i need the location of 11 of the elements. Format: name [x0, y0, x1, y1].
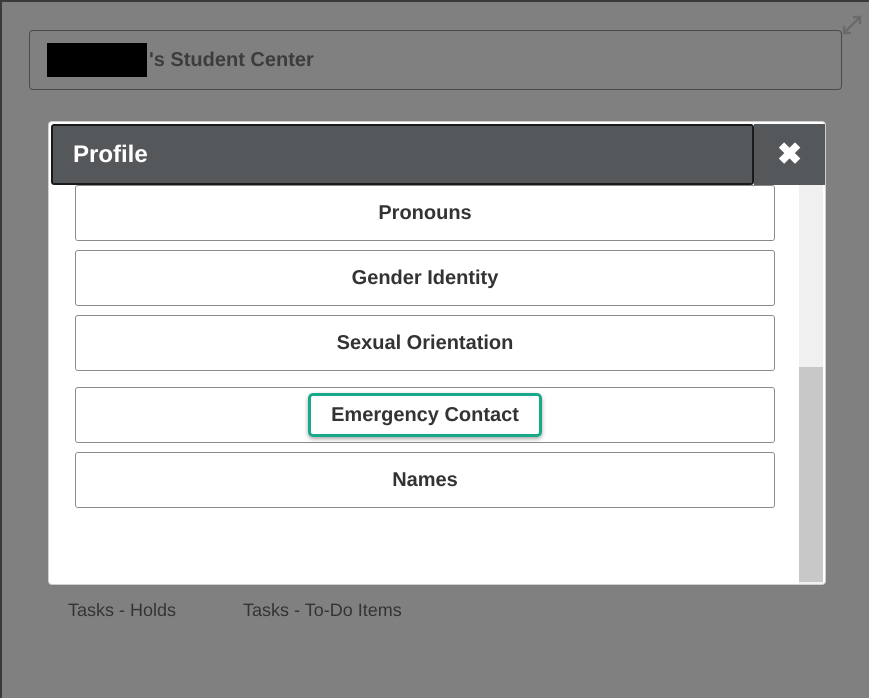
scrollbar-thumb[interactable] [799, 367, 823, 582]
profile-option[interactable]: Sexual Orientation [75, 315, 775, 371]
expand-icon[interactable] [841, 14, 863, 36]
profile-option[interactable]: Emergency Contact [75, 387, 775, 443]
profile-option[interactable]: Names [75, 452, 775, 508]
profile-option[interactable]: Pronouns [75, 185, 775, 241]
dialog-title: Profile [73, 140, 148, 170]
profile-option[interactable]: Gender Identity [75, 250, 775, 306]
page-title: 's Student Center [149, 48, 314, 73]
close-button[interactable]: ✖ [754, 124, 825, 185]
scrollbar[interactable] [799, 185, 823, 584]
